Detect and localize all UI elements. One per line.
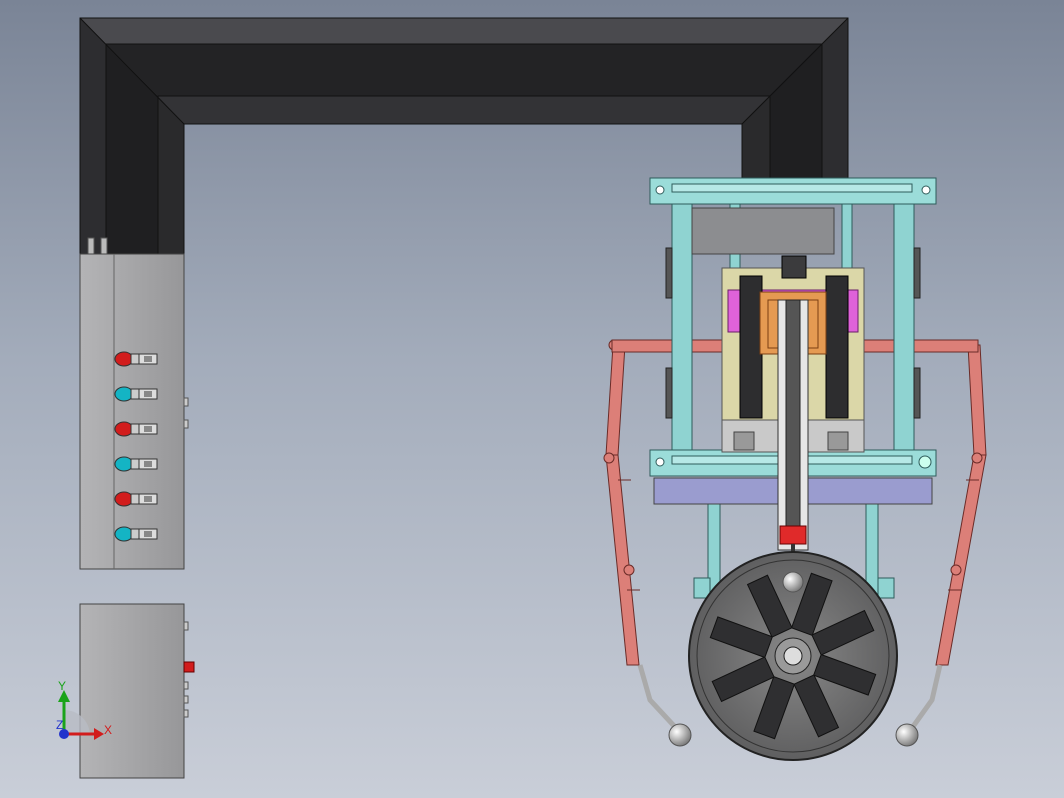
valve-red-icon	[114, 491, 158, 507]
motor-icon	[781, 255, 807, 279]
valve-cyan-icon	[114, 456, 158, 472]
machine-assembly	[603, 177, 987, 761]
z-axis-label: Z	[56, 718, 63, 732]
cad-viewport[interactable]: Y X Z	[0, 0, 1064, 798]
control-box	[79, 603, 195, 779]
cabinet-connector	[100, 237, 108, 255]
emergency-stop-icon	[183, 661, 195, 673]
lift-shaft	[777, 299, 809, 578]
valve-cyan-icon	[114, 526, 158, 542]
x-axis-label: X	[104, 723, 112, 737]
y-axis-label: Y	[58, 679, 66, 693]
cabinet-connector	[87, 237, 95, 255]
control-cabinet	[79, 237, 189, 570]
valve-cyan-icon	[114, 386, 158, 402]
valve-red-icon	[114, 351, 158, 367]
valve-red-icon	[114, 421, 158, 437]
cutter-wheel	[688, 551, 898, 761]
